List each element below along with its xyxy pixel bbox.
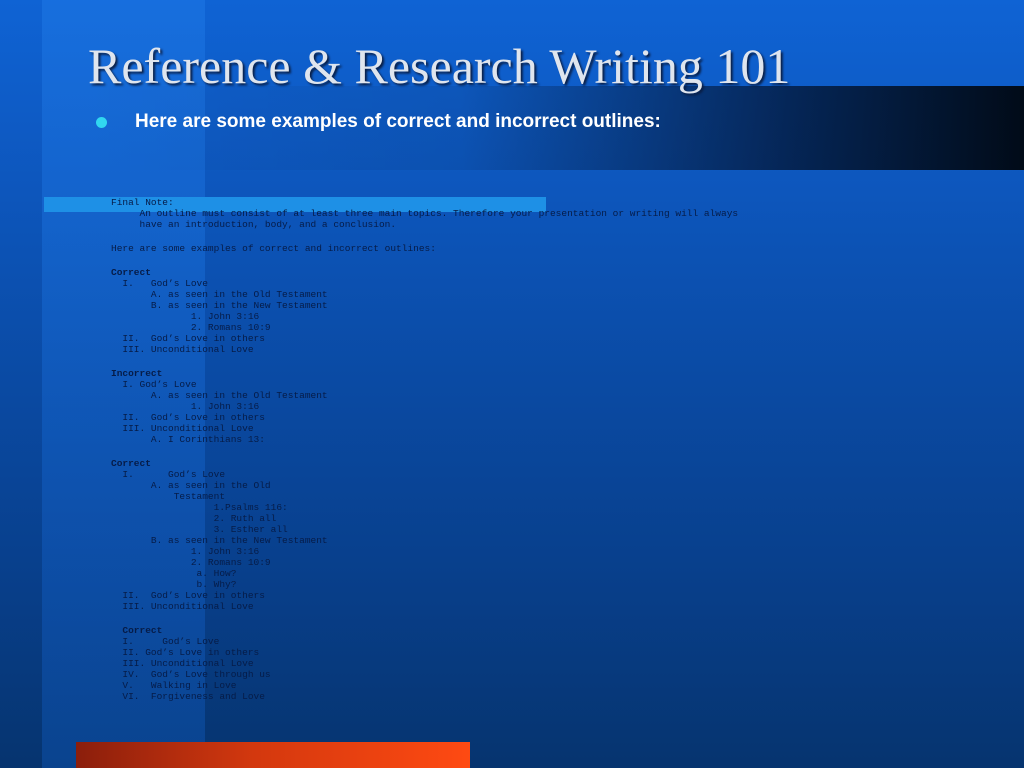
outline-line: a. How? [111, 568, 237, 579]
outline-line: 2. Romans 10:9 [111, 557, 271, 568]
outline-line: IV. God’s Love through us [111, 669, 271, 680]
slide-title: Reference & Research Writing 101 [88, 38, 791, 94]
outline-line: A. I Corinthians 13: [111, 434, 265, 445]
outline-line: III. Unconditional Love [111, 423, 254, 434]
outline-line: An outline must consist of at least thre… [111, 208, 739, 219]
outline-line: III. Unconditional Love [111, 658, 254, 669]
bullet-text: Here are some examples of correct and in… [135, 111, 661, 132]
outline-heading: Correct [111, 458, 151, 469]
bullet-item: Here are some examples of correct and in… [96, 111, 661, 133]
outline-line: II. God’s Love in others [111, 590, 265, 601]
bullet-dot-icon [96, 116, 107, 128]
outline-heading: Correct [111, 625, 163, 636]
outline-heading: Correct [111, 267, 151, 278]
outline-line: 1. John 3:16 [111, 546, 260, 557]
outline-line: Final Note: [111, 197, 174, 208]
outline-line: I. God’s Love [111, 379, 197, 390]
outline-line: 1. John 3:16 [111, 401, 260, 412]
outline-line: III. Unconditional Love [111, 344, 254, 355]
outline-line: have an introduction, body, and a conclu… [111, 219, 397, 230]
outline-line: 3. Esther all [111, 524, 288, 535]
outline-line: A. as seen in the Old Testament [111, 390, 328, 401]
outline-line: Here are some examples of correct and in… [111, 243, 436, 254]
outline-line: B. as seen in the New Testament [111, 535, 328, 546]
outline-line: A. as seen in the Old Testament [111, 289, 328, 300]
outline-line: V. Walking in Love [111, 680, 237, 691]
outline-line: 2. Romans 10:9 [111, 322, 271, 333]
outline-line: II. God’s Love in others [111, 412, 265, 423]
outline-line: II. God’s Love in others [111, 333, 265, 344]
outline-line: I. God’s Love [111, 469, 226, 480]
outline-line: I. God’s Love [111, 636, 220, 647]
outline-line: 2. Ruth all [111, 513, 277, 524]
outline-heading: Incorrect [111, 368, 163, 379]
outline-line: VI. Forgiveness and Love [111, 691, 265, 702]
outline-line: Testament [111, 491, 226, 502]
outline-line: III. Unconditional Love [111, 601, 254, 612]
outline-line: 1. John 3:16 [111, 311, 260, 322]
outline-line: b. Why? [111, 579, 237, 590]
outline-line: A. as seen in the Old [111, 480, 271, 491]
outline-line: B. as seen in the New Testament [111, 300, 328, 311]
outline-line: 1.Psalms 116: [111, 502, 288, 513]
outline-text-block: Final Note: An outline must consist of a… [111, 197, 911, 702]
outline-line: II. God’s Love in others [111, 647, 260, 658]
outline-line: I. God’s Love [111, 278, 208, 289]
bottom-accent-bar [76, 742, 470, 768]
